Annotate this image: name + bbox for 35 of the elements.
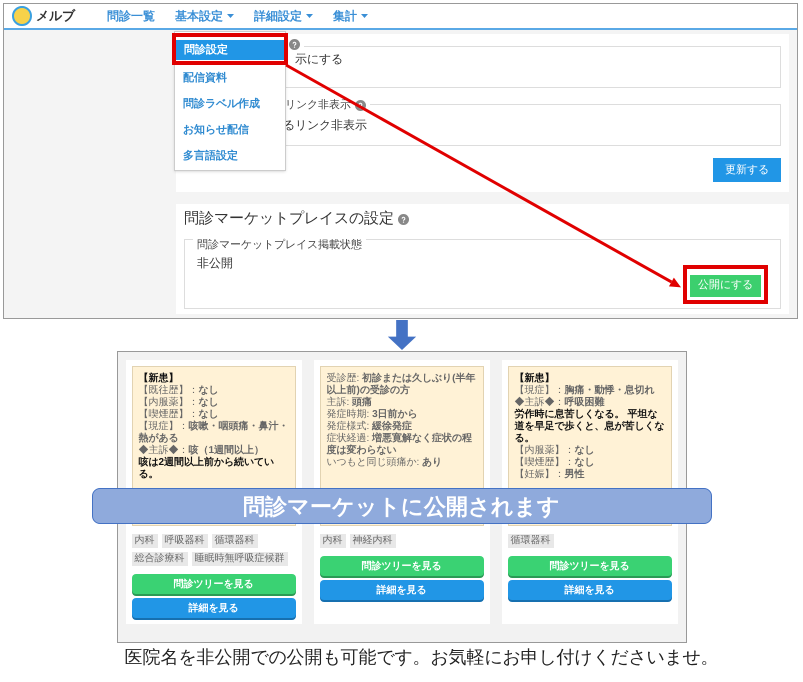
tag: 循環器科 [508, 534, 554, 548]
tag: 睡眠時無呼吸症候群 [192, 552, 288, 566]
note-line: 【喫煙歴】：なし [138, 409, 218, 420]
tag: 神経内科 [350, 534, 396, 548]
option-text: 示にする [295, 51, 343, 68]
tag: 内科 [132, 534, 158, 548]
note-line: 【喫煙歴】：なし [514, 457, 594, 468]
note-line: 【内服薬】：なし [138, 397, 218, 408]
section-title: 問診マーケットプレイスの設定 [184, 209, 394, 229]
tag: 内科 [320, 534, 346, 548]
banner: 問診マーケットに公開されます [92, 488, 712, 524]
note-line: 【妊娠】：男性 [514, 469, 584, 481]
note-line: 労作時に息苦しくなる。 平坦な道を早足で歩くと、息が苦しくなる。 [514, 409, 664, 444]
note-line: 咳は2週間以上前から続いている。 [138, 457, 276, 481]
note-line: 症状経過: 増悪寛解なく症状の程度は変わらない [326, 433, 474, 456]
note-line: いつもと同じ頭痛か: あり [326, 457, 442, 469]
note-line: 発症時期: 3日前から [326, 409, 418, 420]
note-line: ◆主訴◆：呼吸困難 [514, 397, 604, 408]
brand-name: メルブ [36, 7, 75, 26]
fieldset-legend: 問診マーケットプレイス掲載状態 [197, 238, 362, 250]
tag: 総合診療科 [132, 552, 188, 566]
note-line: 【新患】 [138, 373, 178, 384]
note-line: 【現症】：咳嗽・咽頭痛・鼻汁・熱がある [138, 421, 288, 444]
note-line: ◆主訴◆：咳（1週間以上） [138, 445, 264, 456]
tag: 呼吸器科 [162, 534, 208, 548]
note-line: 【内服薬】：なし [514, 445, 594, 456]
note-line: 発症様式: 緩徐発症 [326, 421, 412, 432]
tag: 循環器科 [212, 534, 258, 548]
note-line: 【現症】：胸痛・動悸・息切れ [514, 385, 654, 396]
status-text: 非公開 [197, 254, 234, 272]
note-line: 主訴: 頭痛 [326, 397, 372, 408]
note-line: 受診歴: 初診または久しぶり(半年以上前)の受診の方 [326, 373, 476, 396]
note-line: 【新患】 [514, 373, 554, 384]
caption: 医院名を非公開での公開も可能です。お気軽にお申し付けくださいませ。 [124, 646, 718, 668]
note-line: 【既往歴】：なし [138, 385, 218, 396]
